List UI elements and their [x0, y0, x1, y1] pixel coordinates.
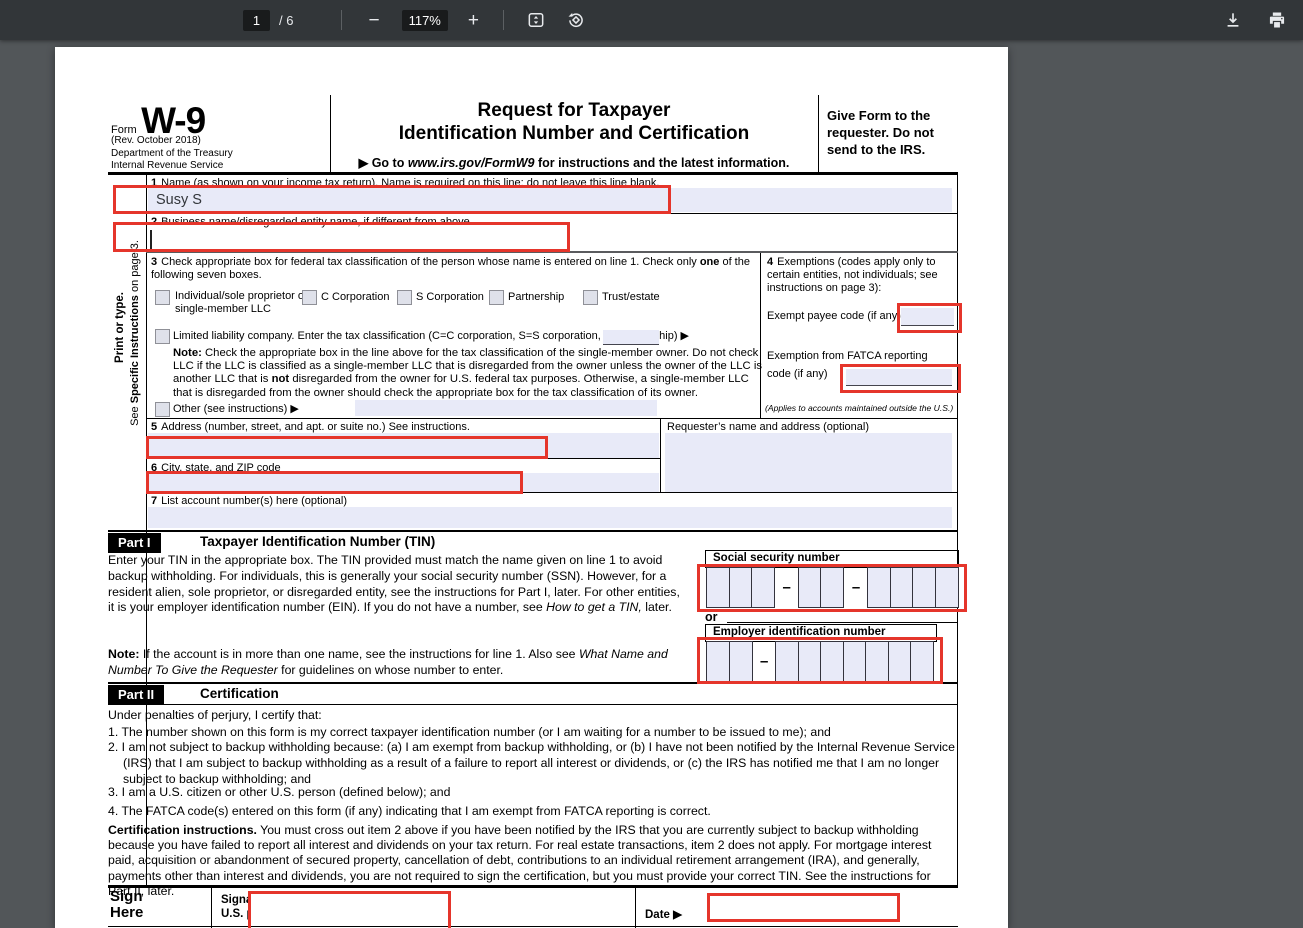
- checkbox-s-corporation-label: S Corporation: [416, 291, 484, 303]
- part1-note: Note: If the account is in more than one…: [108, 647, 668, 677]
- llc-note: Note: Check the appropriate box in the l…: [173, 347, 762, 399]
- annotation-date-field: [707, 893, 900, 922]
- rotate-button[interactable]: [566, 10, 586, 30]
- checkbox-other[interactable]: [155, 402, 170, 417]
- annotation-address-field: [146, 436, 548, 459]
- checkbox-c-corporation-label: C Corporation: [321, 291, 390, 303]
- checkbox-trust-estate[interactable]: [583, 290, 598, 305]
- toolbar-divider: [502, 10, 504, 30]
- annotation-exempt-payee-field: [897, 303, 962, 333]
- zoom-out-button[interactable]: −: [368, 11, 379, 30]
- checkbox-llc-label: Limited liability company. Enter the tax…: [173, 330, 690, 342]
- form-irs: Internal Revenue Service: [111, 160, 224, 171]
- annotation-ssn-field: [697, 564, 967, 612]
- certify-item-3: 3. I am a U.S. citizen or other U.S. per…: [108, 785, 451, 799]
- checkbox-individual-label: Individual/sole proprietor or single-memb…: [175, 290, 308, 315]
- form-title: Request for Taxpayer Identification Numb…: [398, 100, 750, 144]
- annotation-name-field: [113, 185, 671, 214]
- applies-note: (Applies to accounts maintained outside …: [765, 403, 954, 413]
- certify-item-2: 2. I am not subject to backup withholdin…: [108, 740, 955, 786]
- line3-label: 3 Check appropriate box for federal tax c…: [151, 256, 750, 281]
- part1-title: Taxpayer Identification Number (TIN): [200, 534, 436, 549]
- checkbox-partnership-label: Partnership: [508, 291, 565, 303]
- fit-to-page-icon: [528, 13, 544, 27]
- w9-form-page: Form W-9 (Rev. October 2018) Department …: [55, 47, 1008, 928]
- exempt-payee-label: Exempt payee code (if any): [767, 310, 901, 322]
- fatca-label-2: code (if any): [767, 368, 828, 380]
- certify-intro: Under penalties of perjury, I certify th…: [108, 708, 322, 722]
- zoom-level-input[interactable]: 117%: [401, 9, 448, 31]
- fit-to-page-button[interactable]: [526, 10, 546, 30]
- print-button[interactable]: [1267, 10, 1287, 30]
- checkbox-llc[interactable]: [155, 329, 170, 344]
- annotation-business-name-field: [113, 222, 570, 252]
- annotation-signature-field: [248, 891, 451, 928]
- part2-badge: Part II: [108, 685, 165, 705]
- form-revision: (Rev. October 2018): [111, 135, 201, 146]
- sign-here-label: Sign Here: [110, 888, 144, 921]
- checkbox-individual[interactable]: [155, 290, 170, 305]
- checkbox-trust-estate-label: Trust/estate: [602, 291, 660, 303]
- annotation-fatca-field: [840, 364, 961, 393]
- other-field[interactable]: [355, 400, 657, 416]
- account-numbers-field[interactable]: [148, 507, 952, 528]
- checkbox-s-corporation[interactable]: [397, 290, 412, 305]
- certify-item-1: 1. The number shown on this form is my c…: [108, 725, 831, 739]
- requester-field[interactable]: [665, 433, 952, 492]
- annotation-city-field: [146, 471, 523, 494]
- print-or-type-label: Print or type.: [114, 292, 126, 363]
- page-number-input[interactable]: 1: [243, 9, 270, 31]
- checkbox-c-corporation[interactable]: [302, 290, 317, 305]
- llc-classification-field[interactable]: [603, 330, 659, 345]
- rotate-counterclockwise-icon: [568, 12, 583, 28]
- see-instructions-label: See Specific Instructions on page 3.: [129, 240, 141, 426]
- form-department: Department of the Treasury: [111, 148, 233, 159]
- print-icon: [1269, 12, 1285, 28]
- annotation-ein-field: [697, 637, 943, 684]
- checkbox-other-label: Other (see instructions) ▶: [173, 403, 299, 415]
- certify-item-4: 4. The FATCA code(s) entered on this for…: [108, 804, 711, 818]
- or-label: or: [705, 610, 718, 624]
- checkbox-partnership[interactable]: [489, 290, 504, 305]
- page-count-label: / 6: [279, 12, 294, 28]
- pdf-canvas[interactable]: Form W-9 (Rev. October 2018) Department …: [0, 40, 1303, 928]
- part1-badge: Part I: [108, 533, 161, 553]
- give-form-note: Give Form to the requester. Do not send …: [827, 108, 934, 157]
- line4-label: 4 Exemptions (codes apply only to certain…: [767, 256, 938, 294]
- toolbar-divider: [341, 10, 343, 30]
- pdf-viewer-toolbar: 1 / 6 − 117% +: [0, 0, 1303, 40]
- fatca-label-1: Exemption from FATCA reporting: [767, 350, 928, 362]
- part2-title: Certification: [200, 686, 279, 701]
- date-label: Date ▶: [645, 909, 682, 921]
- part1-paragraph: Enter your TIN in the appropriate box. T…: [108, 553, 680, 615]
- zoom-in-button[interactable]: +: [468, 11, 479, 30]
- irs-url: www.irs.gov/FormW9: [407, 156, 535, 170]
- download-button[interactable]: [1223, 10, 1243, 30]
- goto-line: ▶ Go to www.irs.gov/FormW9 for instructi…: [358, 156, 790, 170]
- download-icon: [1227, 13, 1239, 27]
